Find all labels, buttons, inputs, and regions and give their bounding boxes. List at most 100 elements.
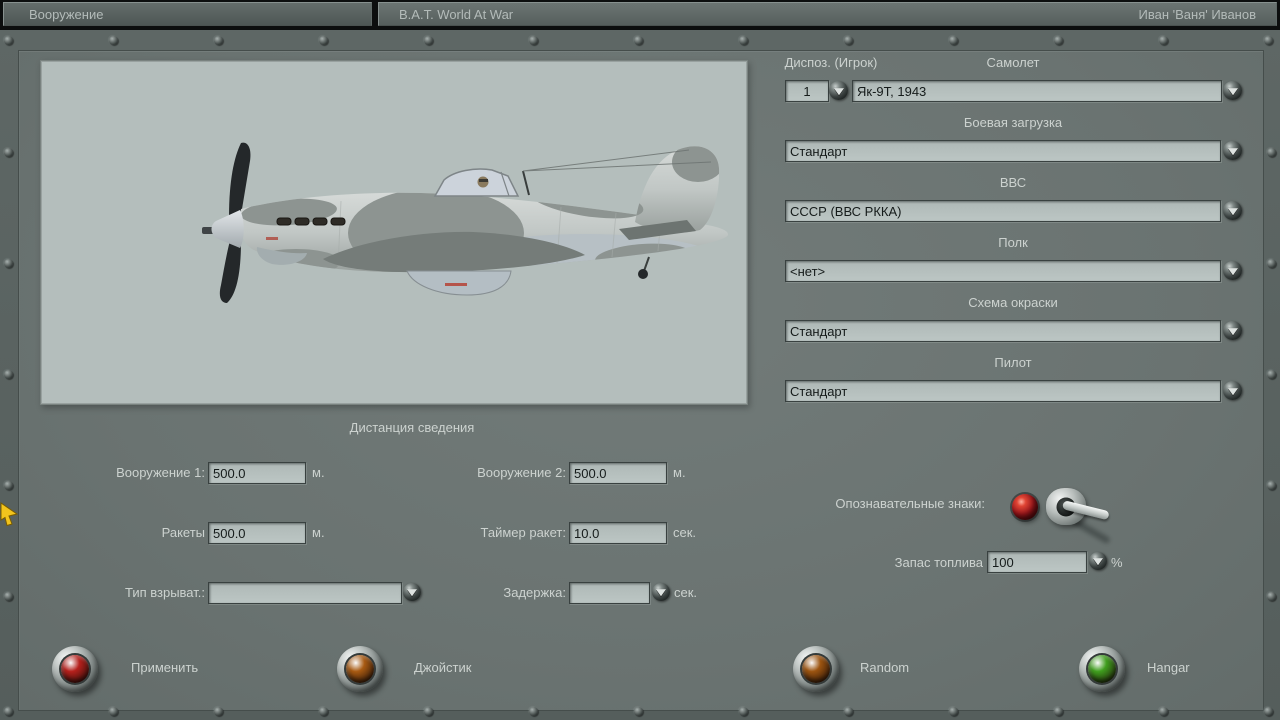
rockets-unit: м.: [312, 525, 325, 540]
screw-icon: [949, 707, 958, 716]
apply-button-lamp-icon: [61, 655, 89, 683]
app-title: B.A.T. World At War: [399, 6, 514, 22]
weapon2-label: Вооружение 2:: [477, 465, 566, 480]
fuse-type-input[interactable]: [208, 582, 402, 604]
yak-9t-side-view: [202, 142, 729, 303]
pilot-dropdown-icon[interactable]: [1223, 381, 1242, 400]
rocket-timer-label: Таймер ракет:: [480, 525, 566, 540]
screw-icon: [1267, 148, 1276, 157]
airforce-dropdown-icon[interactable]: [1223, 201, 1242, 220]
delay-unit: сек.: [674, 585, 698, 600]
screw-icon: [844, 707, 853, 716]
arming-screen: Вооружение B.A.T. World At War Иван 'Ван…: [0, 0, 1280, 720]
screw-icon: [1054, 36, 1063, 45]
rockets-input[interactable]: [208, 522, 306, 544]
pilot-input[interactable]: [785, 380, 1221, 402]
screw-icon: [109, 707, 118, 716]
screw-icon: [739, 36, 748, 45]
markings-indicator-lamp-icon: [1012, 494, 1038, 520]
screw-icon: [4, 481, 13, 490]
screw-icon: [319, 707, 328, 716]
screw-icon: [109, 36, 118, 45]
loadout-dropdown-icon[interactable]: [1223, 141, 1242, 160]
aircraft-preview-image: [40, 60, 748, 405]
hangar-button-lamp-icon: [1088, 655, 1116, 683]
screw-icon: [4, 370, 13, 379]
markings-label: Опознавательные знаки:: [835, 496, 985, 511]
screw-icon: [4, 592, 13, 601]
screw-icon: [1054, 707, 1063, 716]
random-button-lamp-icon: [802, 655, 830, 683]
regiment-dropdown-icon[interactable]: [1223, 261, 1242, 280]
screw-icon: [4, 148, 13, 157]
aircraft-dropdown-icon[interactable]: [1223, 81, 1242, 100]
delay-label: Задержка:: [503, 585, 566, 600]
loadout-input[interactable]: [785, 140, 1221, 162]
fuel-label: Запас топлива: [894, 555, 983, 570]
fuel-unit: %: [1111, 555, 1123, 570]
weapon1-input[interactable]: [208, 462, 306, 484]
tab-armament-label: Вооружение: [29, 6, 104, 22]
paint-scheme-input[interactable]: [785, 320, 1221, 342]
joystick-button[interactable]: [337, 646, 383, 692]
slot-input[interactable]: [785, 80, 829, 102]
airforce-input[interactable]: [785, 200, 1221, 222]
regiment-label: Полк: [998, 235, 1028, 250]
screw-icon: [4, 707, 13, 716]
delay-input[interactable]: [569, 582, 650, 604]
rocket-timer-input[interactable]: [569, 522, 667, 544]
regiment-input[interactable]: [785, 260, 1221, 282]
screw-icon: [1267, 481, 1276, 490]
paint-scheme-dropdown-icon[interactable]: [1223, 321, 1242, 340]
screw-icon: [319, 36, 328, 45]
screw-icon: [1159, 707, 1168, 716]
aircraft-input[interactable]: [852, 80, 1222, 102]
screw-icon: [4, 259, 13, 268]
screw-icon: [844, 36, 853, 45]
weapon2-input[interactable]: [569, 462, 667, 484]
pilot-label: Пилот: [994, 355, 1032, 370]
random-button[interactable]: [793, 646, 839, 692]
tab-armament[interactable]: Вооружение: [3, 2, 372, 26]
joystick-button-lamp-icon: [346, 655, 374, 683]
hangar-button-label: Hangar: [1147, 660, 1190, 675]
screw-icon: [214, 36, 223, 45]
screw-icon: [4, 36, 13, 45]
screw-icon: [949, 36, 958, 45]
screw-icon: [1267, 259, 1276, 268]
screw-icon: [1264, 707, 1273, 716]
delay-dropdown-icon[interactable]: [652, 583, 670, 601]
player-name: Иван 'Ваня' Иванов: [1138, 6, 1256, 22]
apply-button[interactable]: [52, 646, 98, 692]
screw-icon: [529, 707, 538, 716]
airforce-label: ВВС: [999, 175, 1027, 190]
screw-icon: [1267, 370, 1276, 379]
joystick-button-label: Джойстик: [414, 660, 472, 675]
apply-button-label: Применить: [131, 660, 199, 675]
screw-icon: [739, 707, 748, 716]
rockets-label: Ракеты: [161, 525, 205, 540]
screw-icon: [529, 36, 538, 45]
screw-icon: [634, 36, 643, 45]
title-strip: B.A.T. World At War Иван 'Ваня' Иванов: [378, 2, 1277, 26]
screw-icon: [634, 707, 643, 716]
mouse-cursor-icon: [0, 502, 19, 527]
slot-dropdown-icon[interactable]: [829, 81, 848, 100]
screw-icon: [424, 36, 433, 45]
screw-icon: [1267, 592, 1276, 601]
screw-icon: [214, 707, 223, 716]
screw-icon: [424, 707, 433, 716]
convergence-title: Дистанция сведения: [349, 420, 475, 435]
fuel-input[interactable]: [987, 551, 1087, 573]
weapon1-label: Вооружение 1:: [116, 465, 205, 480]
weapon1-unit: м.: [312, 465, 325, 480]
top-menu-bar: Вооружение B.A.T. World At War Иван 'Ван…: [0, 0, 1280, 28]
loadout-label: Боевая загрузка: [963, 115, 1063, 130]
hangar-button[interactable]: [1079, 646, 1125, 692]
rocket-timer-unit: сек.: [673, 525, 697, 540]
fuse-type-label: Тип взрыват.:: [124, 585, 205, 600]
aircraft-label: Самолет: [986, 55, 1040, 70]
screw-icon: [1159, 36, 1168, 45]
fuel-dropdown-icon[interactable]: [1089, 552, 1107, 570]
random-button-label: Random: [860, 660, 910, 675]
